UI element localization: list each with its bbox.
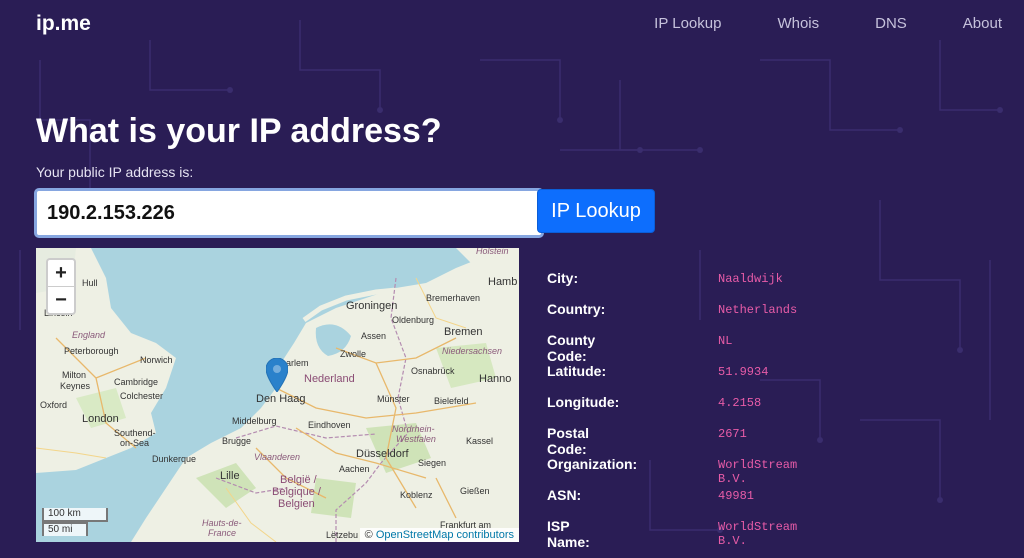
map-label: Hull: [82, 278, 98, 288]
page-title: What is your IP address?: [36, 112, 442, 150]
map-label: Assen: [361, 331, 387, 341]
info-key: City:: [547, 270, 579, 286]
info-value: Netherlands: [718, 303, 798, 317]
map-scale: 100 km 50 mi: [42, 508, 108, 536]
map-label: on-Sea: [120, 438, 150, 448]
info-key: County Code:: [547, 332, 596, 364]
nav-whois[interactable]: Whois: [777, 15, 819, 32]
map-label: Milton: [62, 370, 87, 380]
map-label: Bremerhaven: [426, 293, 481, 303]
map-label: Cambridge: [114, 377, 159, 387]
map-label: Groningen: [346, 300, 398, 312]
map-label: Lille: [220, 470, 240, 482]
map-label: Den Haag: [256, 393, 306, 405]
info-value: 4.2158: [718, 396, 762, 410]
info-key: Latitude:: [547, 363, 607, 379]
map-attribution: © OpenStreetMap contributors: [359, 528, 519, 542]
map-label: Dunkerque: [152, 454, 197, 464]
info-key: Organization:: [547, 456, 638, 472]
location-map[interactable]: Hull Lincoln England Peterborough Norwic…: [36, 248, 519, 542]
nav-ip-lookup[interactable]: IP Lookup: [654, 15, 721, 32]
map-label: Bielefeld: [434, 396, 469, 406]
map-label: Oxford: [40, 400, 68, 410]
map-label: Brugge: [222, 436, 252, 446]
map-label: Niedersachsen: [442, 346, 503, 356]
map-label: France: [208, 528, 237, 538]
location-marker-icon[interactable]: [266, 358, 288, 392]
map-label: Westfalen: [396, 434, 436, 444]
map-label: Vlaanderen: [254, 452, 301, 462]
map-label: Belgien: [278, 498, 315, 510]
map-label: België /: [280, 474, 317, 486]
info-key: Postal Code:: [547, 425, 590, 457]
info-value: Naaldwijk: [718, 272, 783, 286]
info-key: Country:: [547, 301, 606, 317]
map-label: Lëtzebu: [326, 530, 359, 540]
map-label: Keynes: [60, 381, 91, 391]
nav-links: IP Lookup Whois DNS About: [598, 15, 1002, 32]
map-label: Gießen: [460, 486, 490, 496]
map-label: Bremen: [444, 326, 483, 338]
ip-address-input[interactable]: [34, 188, 544, 238]
brand-logo[interactable]: ip.me: [36, 12, 91, 36]
map-label: Belgique /: [272, 486, 321, 498]
map-label: Düsseldorf: [356, 448, 409, 460]
map-label: Holstein: [476, 248, 509, 256]
attribution-prefix: ©: [364, 529, 373, 541]
info-key: ISP Name:: [547, 518, 590, 550]
info-key: Longitude:: [547, 394, 620, 410]
zoom-in-button[interactable]: +: [48, 260, 74, 286]
map-label: Osnabrück: [411, 366, 455, 376]
map-label: Nederland: [304, 373, 355, 385]
zoom-out-button[interactable]: −: [48, 286, 74, 313]
map-label: Peterborough: [64, 346, 119, 356]
info-value: WorldStream B.V.: [718, 520, 798, 548]
map-label: Aachen: [339, 464, 370, 474]
info-key: ASN:: [547, 487, 582, 503]
map-label: Siegen: [418, 458, 447, 468]
nav-about[interactable]: About: [963, 15, 1002, 32]
map-label: Eindhoven: [308, 420, 351, 430]
map-label: Middelburg: [232, 416, 277, 426]
map-label: Kassel: [466, 436, 494, 446]
map-label: arlem: [286, 358, 309, 368]
map-label: Oldenburg: [392, 315, 435, 325]
map-label: Hauts-de-: [202, 518, 242, 528]
scale-km: 100 km: [42, 508, 108, 522]
openstreetmap-link[interactable]: OpenStreetMap contributors: [376, 529, 514, 541]
map-label: Münster: [377, 394, 410, 404]
ip-lookup-button[interactable]: IP Lookup: [537, 189, 655, 233]
map-label: London: [82, 413, 119, 425]
info-value: 2671: [718, 427, 747, 441]
scale-mi: 50 mi: [42, 522, 88, 536]
info-value: WorldStream B.V.: [718, 458, 798, 486]
map-label: Southend-: [114, 428, 156, 438]
map-zoom-control: + −: [46, 258, 76, 315]
map-label: England: [72, 330, 106, 340]
top-navbar: ip.me IP Lookup Whois DNS About: [0, 0, 1024, 46]
map-label: Zwolle: [340, 349, 367, 359]
info-value: 49981: [718, 489, 755, 503]
map-label: Norwich: [140, 355, 173, 365]
map-label: Colchester: [120, 391, 164, 401]
map-label: Nordrhein-: [392, 424, 435, 434]
info-value: 51.9934: [718, 365, 769, 379]
map-label: Hanno: [479, 373, 512, 385]
map-label: Hamb: [488, 276, 518, 288]
nav-dns[interactable]: DNS: [875, 15, 907, 32]
info-value: NL: [718, 334, 733, 348]
map-label: Koblenz: [400, 490, 433, 500]
ip-subtitle: Your public IP address is:: [36, 164, 194, 180]
